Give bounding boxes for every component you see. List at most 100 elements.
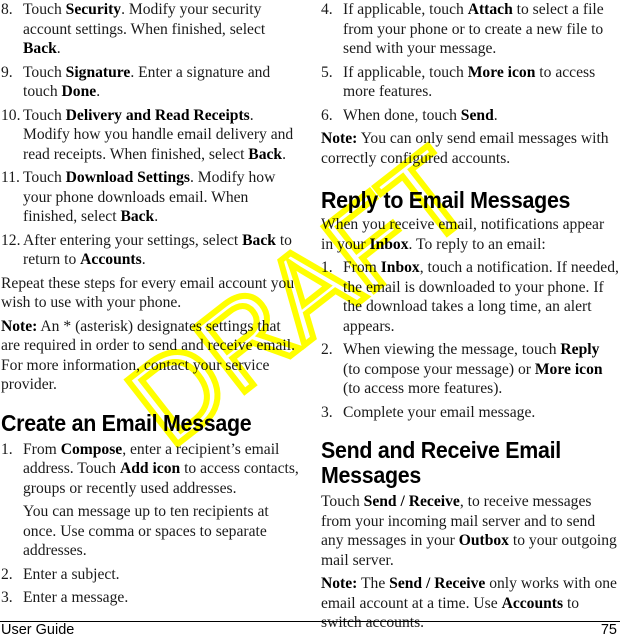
page-number: 75	[600, 622, 617, 638]
step-number: 9.	[1, 63, 13, 81]
note-asterisk: Note: An * (asterisk) designates setting…	[1, 317, 301, 395]
text-run: (to compose your message) or	[343, 360, 535, 378]
step-number: 10.	[1, 106, 21, 124]
bold-term: Send / Receive	[389, 575, 486, 592]
send-receive-paragraph: Touch Send / Receive, to receive message…	[321, 492, 619, 570]
bold-term: More icon	[467, 63, 536, 81]
text-run: If applicable, touch	[343, 1, 468, 18]
list-item: 3. Enter a message.	[1, 588, 301, 608]
text-run: The	[357, 575, 390, 592]
text-run: If applicable, touch	[343, 63, 468, 81]
text-run: From	[23, 440, 61, 458]
text-run: Touch	[23, 1, 66, 18]
text-run: Touch	[23, 106, 66, 124]
bold-term: Accounts	[80, 251, 142, 268]
list-item: 12. After entering your settings, select …	[1, 231, 301, 270]
text-run: Touch	[23, 63, 66, 81]
note-send-receive: Note: The Send / Receive only works with…	[321, 574, 619, 633]
text-run: Enter a subject.	[23, 565, 120, 583]
bold-term: Outbox	[458, 532, 509, 549]
list-item: 2. Enter a subject.	[1, 565, 301, 585]
footer-title: User Guide	[1, 622, 75, 638]
left-column: 8. Touch Security. Modify your security a…	[1, 0, 301, 612]
step-number: 2.	[321, 341, 333, 358]
send-receive-heading: Send and Receive Email Messages	[321, 437, 561, 488]
step-number: 1.	[321, 259, 333, 276]
text-run: .	[154, 208, 159, 225]
text-run: .	[493, 106, 498, 124]
create-email-heading: Create an Email Message	[1, 409, 252, 436]
bold-term: Signature	[65, 63, 131, 81]
step-number: 3.	[321, 403, 333, 421]
text-run: When done, touch	[343, 106, 461, 124]
bold-term: Reply	[560, 341, 600, 358]
bold-term: Add icon	[119, 460, 181, 477]
text-run: After entering your settings, select	[23, 231, 243, 249]
bold-term: More icon	[534, 360, 603, 378]
settings-steps-list: 8. Touch Security. Modify your security a…	[1, 0, 301, 270]
bold-term: Send / Receive	[363, 493, 460, 510]
bold-term: Note:	[321, 575, 358, 592]
note-text: You can only send email messages with co…	[321, 130, 609, 167]
text-run: .	[141, 251, 146, 268]
step-number: 8.	[1, 1, 13, 18]
list-item: 4. If applicable, touch Attach to select …	[321, 0, 619, 59]
step-number: 2.	[1, 565, 13, 583]
list-item: 2. When viewing the message, touch Reply …	[321, 340, 619, 399]
text-run: Touch	[321, 493, 364, 510]
list-item: 9. Touch Signature. Enter a signature and…	[1, 63, 301, 102]
footer-divider	[0, 621, 620, 622]
create-steps-list: 1. From Compose, enter a recipient’s emai…	[1, 440, 301, 608]
bold-term: Send	[460, 106, 494, 124]
text-run: . To reply to an email:	[408, 235, 546, 253]
bold-term: Inbox	[380, 259, 420, 276]
document-page: 8. Touch Security. Modify your security a…	[0, 0, 620, 638]
step-number: 4.	[321, 1, 333, 18]
step-number: 5.	[321, 63, 333, 81]
bold-term: Attach	[467, 1, 513, 18]
step-number: 6.	[321, 106, 333, 124]
reply-email-heading: Reply to Email Messages	[321, 187, 571, 213]
text-run: Touch	[23, 169, 66, 186]
list-item: 11. Touch Download Settings. Modify how y…	[1, 168, 301, 227]
note-configured-accounts: Note: You can only send email messages w…	[321, 129, 619, 168]
list-item: 6. When done, touch Send.	[321, 106, 619, 126]
step-number: 11.	[1, 169, 20, 186]
list-item: 10. Touch Delivery and Read Receipts. Mod…	[1, 106, 301, 165]
bold-term: Security	[65, 1, 122, 18]
bold-term: Compose	[60, 440, 123, 458]
list-item: 3. Complete your email message.	[321, 403, 619, 423]
bold-term: Inbox	[369, 235, 409, 253]
list-item: 1. From Inbox, touch a notification. If n…	[321, 258, 619, 336]
bold-term: Back	[248, 145, 283, 163]
list-item: 1. From Compose, enter a recipient’s emai…	[1, 440, 301, 499]
list-item: 8. Touch Security. Modify your security a…	[1, 0, 301, 59]
bold-term: Back	[120, 208, 155, 225]
create-steps-continued-list: 4. If applicable, touch Attach to select …	[321, 0, 619, 125]
bold-term: Done	[61, 83, 97, 100]
step-number: 3.	[1, 589, 13, 606]
text-run: .	[96, 83, 101, 100]
list-item-continuation: You can message up to ten recipients at …	[23, 503, 269, 559]
bold-term: Download Settings	[65, 169, 190, 186]
right-column: 4. If applicable, touch Attach to select …	[321, 0, 619, 637]
text-run: Enter a message.	[23, 589, 129, 606]
bold-term: Back	[242, 231, 276, 249]
text-run: (to access more features).	[343, 380, 503, 397]
repeat-paragraph: Repeat these steps for every email accou…	[1, 274, 295, 312]
list-item: 5. If applicable, touch More icon to acce…	[321, 63, 619, 102]
note-text: An * (asterisk) designates settings that…	[1, 317, 295, 394]
bold-term: Back	[23, 40, 57, 57]
step-number: 1.	[1, 440, 13, 458]
bold-term: Delivery and Read Receipts	[65, 106, 250, 124]
text-run: .	[56, 40, 61, 57]
text-run: When viewing the message, touch	[343, 341, 561, 358]
text-run: From	[343, 259, 381, 276]
note-label: Note:	[321, 130, 358, 147]
bold-term: Accounts	[501, 594, 564, 612]
note-label: Note:	[1, 317, 38, 335]
text-run: Complete your email message.	[343, 403, 536, 421]
reply-intro: When you receive email, notifications ap…	[321, 215, 619, 254]
step-number: 12.	[1, 231, 21, 249]
text-run: .	[282, 145, 286, 163]
